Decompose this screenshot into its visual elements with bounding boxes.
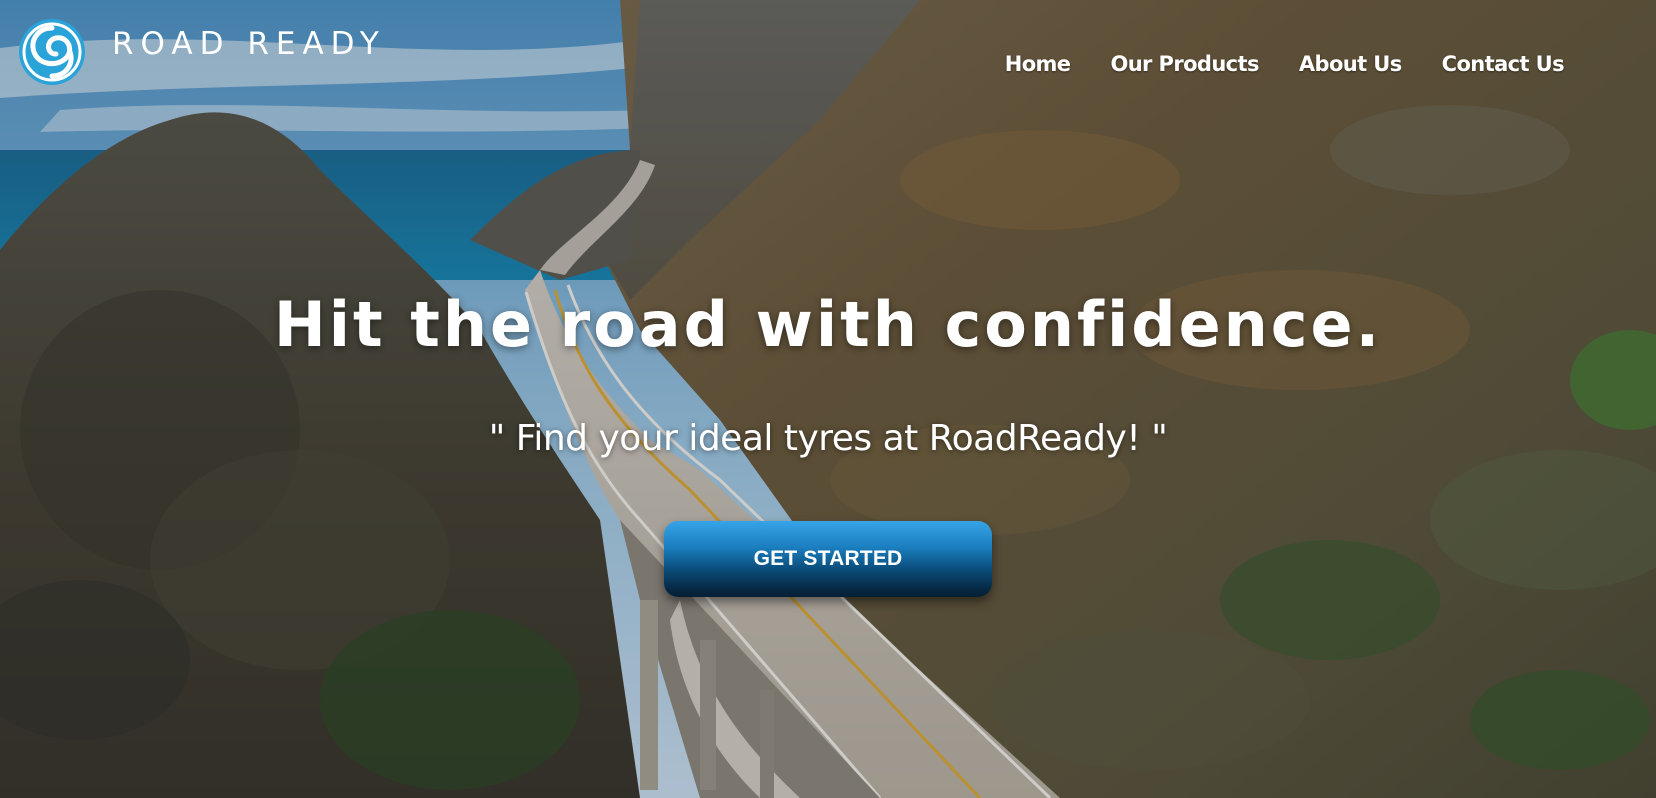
swirl-logo-icon bbox=[19, 19, 85, 85]
nav-item-contact-us[interactable]: Contact Us bbox=[1442, 52, 1565, 76]
get-started-button[interactable]: GET STARTED bbox=[664, 521, 992, 597]
nav-item-about-us[interactable]: About Us bbox=[1299, 52, 1402, 76]
nav-item-home[interactable]: Home bbox=[1005, 52, 1071, 76]
brand-name: ROAD READY bbox=[112, 26, 386, 62]
hero-tagline: " Find your ideal tyres at RoadReady! " bbox=[488, 418, 1168, 459]
nav-item-our-products[interactable]: Our Products bbox=[1110, 52, 1259, 76]
brand-logo[interactable]: ROAD READY bbox=[16, 16, 386, 88]
hero-section: ROAD READY Home Our Products About Us Co… bbox=[0, 0, 1656, 798]
main-nav: Home Our Products About Us Contact Us bbox=[1005, 52, 1565, 76]
coastal-bridge-background bbox=[0, 0, 1656, 798]
hero-headline: Hit the road with confidence. bbox=[273, 288, 1383, 361]
